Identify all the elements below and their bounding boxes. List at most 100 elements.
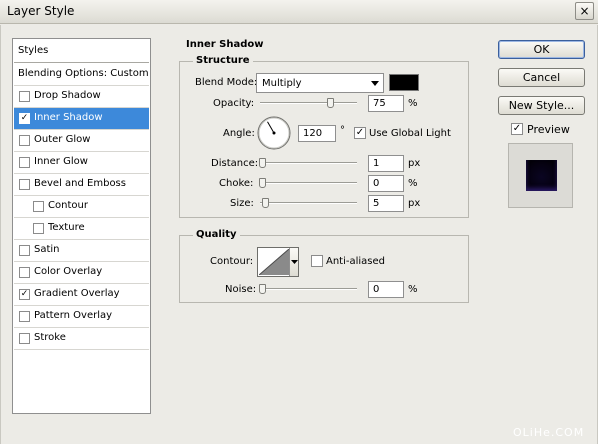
styles-header[interactable]: Styles	[14, 39, 149, 63]
cancel-button[interactable]: Cancel	[498, 68, 585, 87]
angle-dial[interactable]	[256, 115, 292, 151]
opacity-unit: %	[408, 98, 418, 109]
anti-aliased-label: Anti-aliased	[326, 256, 386, 267]
style-item-checkbox[interactable]	[19, 179, 30, 190]
style-item-label: Inner Shadow	[34, 112, 103, 123]
style-item[interactable]: Color Overlay	[14, 262, 149, 284]
preview-checkbox[interactable]: ✓	[511, 123, 523, 135]
style-item[interactable]: ✓ Gradient Overlay	[14, 284, 149, 306]
style-item-checkbox[interactable]	[19, 135, 30, 146]
choke-slider[interactable]	[260, 182, 357, 184]
noise-unit: %	[408, 284, 418, 295]
choke-slider-thumb[interactable]	[259, 178, 266, 188]
distance-slider[interactable]	[260, 162, 357, 164]
style-item[interactable]: Outer Glow	[14, 130, 149, 152]
blend-mode-value: Multiply	[262, 78, 302, 89]
style-item[interactable]: Drop Shadow	[14, 86, 149, 108]
size-input[interactable]: 5	[368, 195, 404, 212]
opacity-slider-thumb[interactable]	[327, 98, 335, 108]
shadow-color-swatch[interactable]	[389, 74, 419, 91]
size-label: Size:	[230, 198, 254, 209]
style-item-label: Texture	[48, 222, 85, 233]
contour-picker[interactable]	[257, 247, 299, 277]
style-item-checkbox[interactable]	[33, 223, 44, 234]
opacity-label: Opacity:	[213, 98, 255, 109]
noise-slider-thumb[interactable]	[259, 284, 266, 294]
style-item-label: Outer Glow	[34, 134, 91, 145]
chevron-down-icon	[291, 260, 298, 264]
preview-swatch	[526, 160, 557, 191]
style-item-label: Blending Options: Custom	[18, 68, 149, 79]
check-icon: ✓	[20, 113, 29, 123]
window-title: Layer Style	[7, 4, 75, 18]
style-item-checkbox[interactable]	[19, 311, 30, 322]
styles-header-label: Styles	[18, 45, 49, 56]
distance-input[interactable]: 1	[368, 155, 404, 172]
close-icon: ×	[579, 4, 590, 18]
ok-button[interactable]: OK	[498, 40, 585, 59]
contour-curve-icon	[259, 249, 289, 275]
shadow-color-fill	[390, 75, 418, 90]
check-icon: ✓	[355, 127, 365, 138]
watermark: OLiHe.COM	[513, 426, 585, 439]
style-item[interactable]: Pattern Overlay	[14, 306, 149, 328]
preview-label: Preview	[527, 123, 570, 136]
style-item-checkbox[interactable]: ✓	[19, 289, 30, 300]
contour-dropdown[interactable]	[289, 248, 298, 276]
title-bar: Layer Style ×	[0, 0, 598, 24]
close-button[interactable]: ×	[575, 2, 594, 20]
style-item[interactable]: ✓ Inner Shadow	[14, 108, 149, 130]
noise-slider[interactable]	[260, 288, 357, 290]
structure-title: Structure	[193, 55, 253, 66]
style-item-checkbox[interactable]	[19, 91, 30, 102]
style-item[interactable]: Texture	[14, 218, 149, 240]
style-item-checkbox[interactable]	[19, 333, 30, 344]
angle-unit: °	[340, 125, 345, 136]
style-item-label: Color Overlay	[34, 266, 103, 277]
style-item-label: Gradient Overlay	[34, 288, 120, 299]
preview-panel	[508, 143, 573, 208]
section-title: Inner Shadow	[186, 39, 264, 50]
contour-label: Contour:	[210, 256, 254, 267]
style-item[interactable]: Blending Options: Custom	[14, 64, 149, 86]
use-global-light-label: Use Global Light	[369, 128, 451, 139]
distance-unit: px	[408, 158, 421, 169]
blend-mode-label: Blend Mode:	[195, 77, 258, 88]
choke-input[interactable]: 0	[368, 175, 404, 192]
size-slider-thumb[interactable]	[261, 198, 269, 208]
size-unit: px	[408, 198, 421, 209]
style-item-checkbox[interactable]: ✓	[19, 113, 30, 124]
style-item[interactable]: Contour	[14, 196, 149, 218]
chevron-down-icon	[371, 81, 379, 86]
angle-label: Angle:	[223, 128, 255, 139]
distance-label: Distance:	[211, 158, 259, 169]
quality-group	[179, 235, 469, 303]
style-item[interactable]: Satin	[14, 240, 149, 262]
distance-slider-thumb[interactable]	[259, 158, 266, 168]
style-item[interactable]: Inner Glow	[14, 152, 149, 174]
use-global-light-checkbox[interactable]: ✓	[354, 127, 366, 139]
anti-aliased-checkbox[interactable]	[311, 255, 323, 267]
style-item-checkbox[interactable]	[19, 267, 30, 278]
opacity-slider[interactable]	[260, 102, 357, 104]
quality-title: Quality	[193, 229, 240, 240]
style-item-label: Stroke	[34, 332, 66, 343]
style-item[interactable]: Stroke	[14, 328, 149, 350]
style-item-label: Satin	[34, 244, 60, 255]
size-slider[interactable]	[260, 202, 357, 204]
style-item[interactable]: Bevel and Emboss	[14, 174, 149, 196]
new-style-button[interactable]: New Style...	[498, 96, 585, 115]
blend-mode-select[interactable]: Multiply	[256, 73, 384, 93]
style-item-label: Bevel and Emboss	[34, 178, 126, 189]
choke-label: Choke:	[219, 178, 254, 189]
style-item-checkbox[interactable]	[19, 245, 30, 256]
noise-input[interactable]: 0	[368, 281, 404, 298]
style-item-label: Contour	[48, 200, 88, 211]
angle-input[interactable]: 120	[298, 125, 336, 142]
style-item-label: Drop Shadow	[34, 90, 101, 101]
style-item-checkbox[interactable]	[33, 201, 44, 212]
noise-label: Noise:	[225, 284, 257, 295]
opacity-input[interactable]: 75	[368, 95, 404, 112]
styles-list: Styles Blending Options: Custom Drop Shad…	[12, 38, 151, 414]
style-item-checkbox[interactable]	[19, 157, 30, 168]
